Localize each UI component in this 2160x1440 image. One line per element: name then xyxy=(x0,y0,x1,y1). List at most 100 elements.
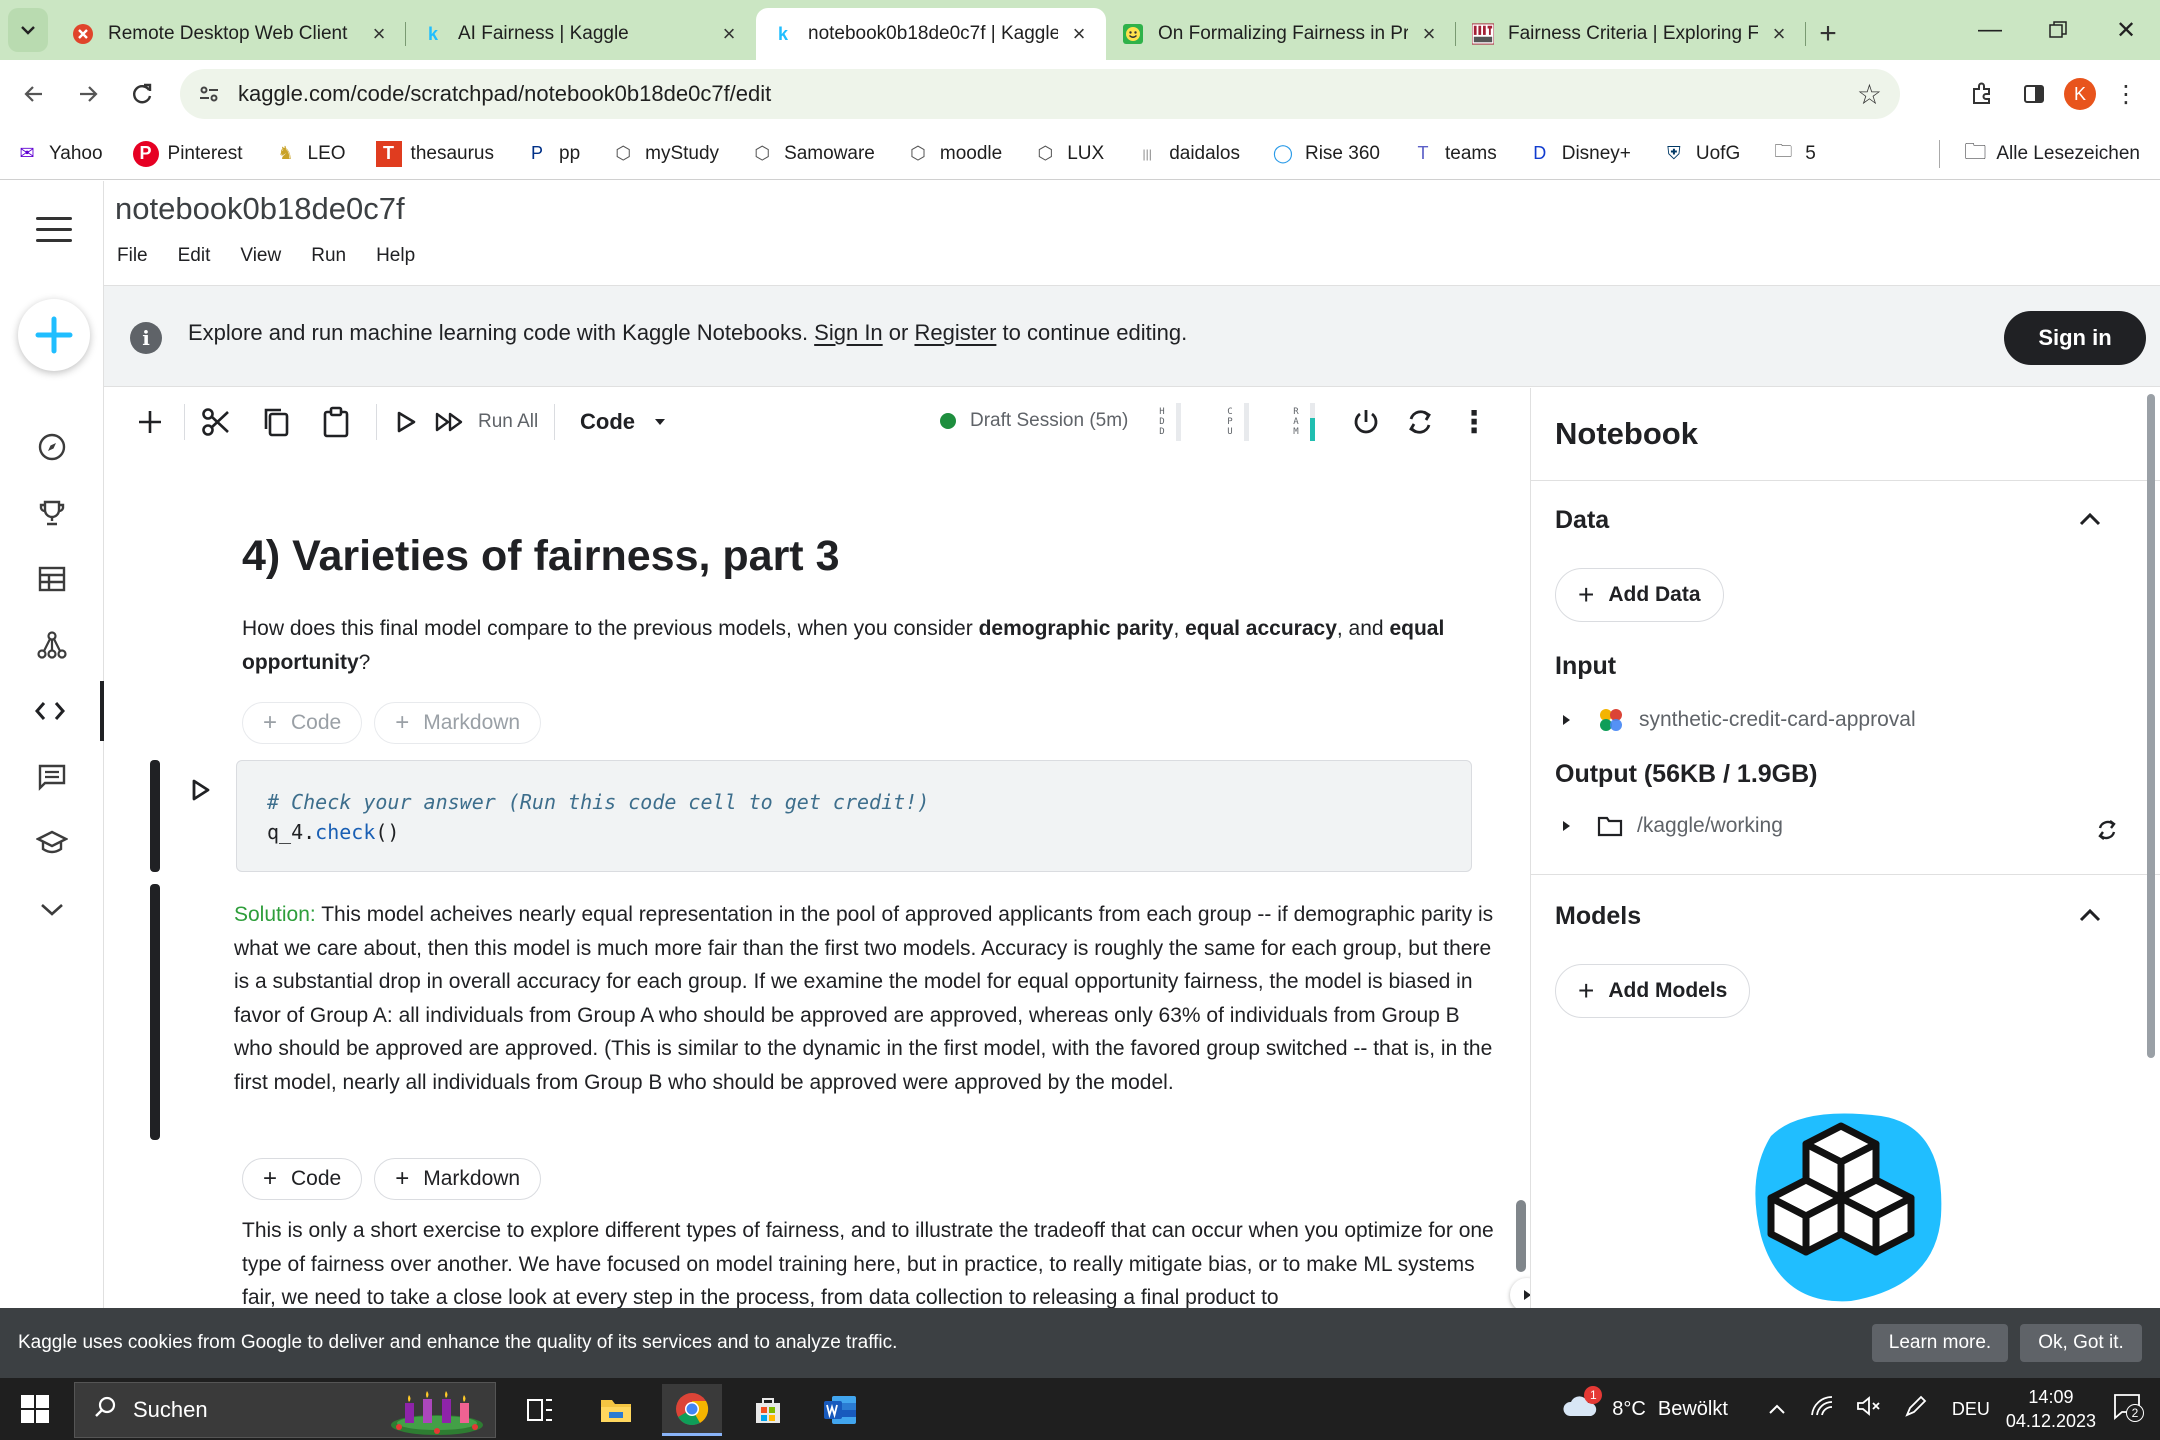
bookmark-item[interactable]: ⬡ myStudy xyxy=(610,141,719,167)
caret-right-icon[interactable] xyxy=(1561,814,1577,838)
bookmark-item[interactable]: ◯ Rise 360 xyxy=(1270,141,1380,167)
add-markdown-cell-button[interactable]: + Markdown xyxy=(374,702,542,744)
bookmark-item[interactable]: ♞ LEO xyxy=(273,141,345,167)
register-link[interactable]: Register xyxy=(914,320,996,345)
browser-tab[interactable]: k AI Fairness | Kaggle × xyxy=(406,8,756,60)
add-code-cell-button[interactable]: + Code xyxy=(242,1158,363,1200)
taskbar-clock[interactable]: 14:09 04.12.2023 xyxy=(2006,1385,2096,1433)
word-icon[interactable] xyxy=(810,1384,870,1436)
more-vert-icon[interactable]: ⋮ xyxy=(2104,72,2148,116)
bookmark-item[interactable]: ⬡ LUX xyxy=(1032,141,1104,167)
input-dataset-item[interactable]: synthetic-credit-card-approval xyxy=(1561,706,1916,734)
bookmark-item[interactable]: ✉ Yahoo xyxy=(14,141,102,167)
weather-icon[interactable]: 1 xyxy=(1560,1386,1603,1426)
site-settings-icon[interactable] xyxy=(194,79,224,109)
cell-type-select[interactable]: Code xyxy=(580,398,690,446)
run-all-button[interactable]: Run All xyxy=(434,398,564,446)
nav-code[interactable] xyxy=(0,681,104,741)
file-explorer-icon[interactable] xyxy=(586,1384,646,1436)
more-options-icon[interactable]: ⋮ xyxy=(1454,398,1494,446)
bookmark-item[interactable]: ⛨ UofG xyxy=(1661,141,1740,167)
chevron-up-icon[interactable] xyxy=(2077,510,2103,533)
panel-scrollbar[interactable] xyxy=(2147,394,2155,1058)
hamburger-menu-icon[interactable] xyxy=(36,217,72,250)
task-view-icon[interactable] xyxy=(510,1384,570,1436)
close-icon[interactable]: × xyxy=(1068,21,1090,47)
side-panel-icon[interactable] xyxy=(2012,72,2056,116)
bookmark-item[interactable]: P Pinterest xyxy=(132,140,243,167)
tab-search-button[interactable] xyxy=(8,8,48,52)
microsoft-store-icon[interactable] xyxy=(738,1384,798,1436)
new-tab-button[interactable]: + xyxy=(1806,8,1850,60)
close-icon[interactable]: × xyxy=(1418,21,1440,47)
toggle-panel-button[interactable] xyxy=(1510,1278,1530,1308)
add-models-button[interactable]: + Add Models xyxy=(1555,964,1751,1018)
browser-tab[interactable]: Fairness Criteria | Exploring Fair × xyxy=(1456,8,1806,60)
chevron-up-icon[interactable] xyxy=(2077,906,2103,929)
chevron-up-icon[interactable] xyxy=(1768,1398,1786,1421)
add-data-button[interactable]: + Add Data xyxy=(1555,568,1724,622)
input-language[interactable]: DEU xyxy=(1952,1399,1990,1420)
nav-models[interactable] xyxy=(0,615,104,675)
caret-right-icon[interactable] xyxy=(1561,708,1577,732)
copy-cell-button[interactable] xyxy=(254,398,298,446)
bookmark-star-icon[interactable]: ☆ xyxy=(1857,78,1882,111)
bookmark-item[interactable]: ⬡ moodle xyxy=(905,141,1002,167)
learn-more-button[interactable]: Learn more. xyxy=(1872,1324,2008,1362)
close-icon[interactable]: × xyxy=(718,21,740,47)
taskbar-search-field[interactable]: Suchen xyxy=(74,1382,496,1438)
browser-tab[interactable]: Remote Desktop Web Client × xyxy=(56,8,406,60)
nav-competitions[interactable] xyxy=(0,483,104,543)
profile-avatar[interactable]: K xyxy=(2064,78,2096,110)
add-markdown-cell-button[interactable]: + Markdown xyxy=(374,1158,542,1200)
create-button[interactable] xyxy=(18,299,90,371)
session-status[interactable]: Draft Session (5m) xyxy=(940,410,1128,432)
sign-in-link[interactable]: Sign In xyxy=(814,320,883,345)
back-button[interactable] xyxy=(8,68,60,120)
run-cell-button[interactable] xyxy=(386,398,426,446)
reload-button[interactable] xyxy=(116,68,168,120)
run-cell-icon[interactable] xyxy=(190,778,212,807)
notebook-scrollbar[interactable] xyxy=(1516,1200,1526,1272)
bookmark-item[interactable]: D Disney+ xyxy=(1527,141,1631,167)
bookmark-item[interactable]: 🗀 5 xyxy=(1770,141,1816,167)
restart-button[interactable] xyxy=(1398,398,1442,446)
browser-tab-active[interactable]: k notebook0b18de0c7f | Kaggle × xyxy=(756,8,1106,60)
output-folder-item[interactable]: /kaggle/working xyxy=(1561,814,1783,838)
code-cell[interactable]: # Check your answer (Run this code cell … xyxy=(236,760,1472,872)
bookmark-item[interactable]: ||| daidalos xyxy=(1134,141,1240,167)
refresh-output-icon[interactable] xyxy=(2095,818,2119,847)
bookmark-item[interactable]: Tthesaurus xyxy=(375,140,494,167)
nav-discussions[interactable] xyxy=(0,747,104,807)
add-cell-button[interactable] xyxy=(130,398,170,446)
menu-view[interactable]: View xyxy=(240,245,281,267)
bookmark-item[interactable]: Ppp xyxy=(524,141,580,167)
forward-button[interactable] xyxy=(62,68,114,120)
menu-file[interactable]: File xyxy=(117,245,148,267)
minimize-icon[interactable]: — xyxy=(1956,0,2024,60)
network-icon[interactable] xyxy=(1810,1395,1834,1423)
pen-icon[interactable] xyxy=(1904,1394,1928,1424)
cut-cell-button[interactable] xyxy=(194,398,238,446)
menu-edit[interactable]: Edit xyxy=(178,245,211,267)
menu-run[interactable]: Run xyxy=(311,245,346,267)
nav-more[interactable] xyxy=(0,879,104,939)
sign-in-button[interactable]: Sign in xyxy=(2004,311,2146,365)
nav-learn[interactable] xyxy=(0,813,104,873)
menu-help[interactable]: Help xyxy=(376,245,415,267)
close-window-icon[interactable]: ✕ xyxy=(2092,0,2160,60)
add-code-cell-button[interactable]: + Code xyxy=(242,702,363,744)
all-bookmarks-button[interactable]: 🗀 Alle Lesezeichen xyxy=(1939,128,2140,180)
bookmark-item[interactable]: ⬡ Samoware xyxy=(749,141,875,167)
browser-tab[interactable]: On Formalizing Fairness in Pred × xyxy=(1106,8,1456,60)
paste-cell-button[interactable] xyxy=(314,398,358,446)
power-button[interactable] xyxy=(1344,398,1388,446)
speaker-muted-icon[interactable] xyxy=(1856,1395,1882,1423)
windows-start-icon[interactable] xyxy=(20,1394,50,1429)
close-icon[interactable]: × xyxy=(1768,21,1790,47)
nav-competitions-explore[interactable] xyxy=(0,417,104,477)
notebook-title[interactable]: notebook0b18de0c7f xyxy=(115,191,405,227)
nav-datasets[interactable] xyxy=(0,549,104,609)
ok-got-it-button[interactable]: Ok, Got it. xyxy=(2020,1324,2142,1362)
url-field[interactable]: kaggle.com/code/scratchpad/notebook0b18d… xyxy=(180,69,1900,119)
